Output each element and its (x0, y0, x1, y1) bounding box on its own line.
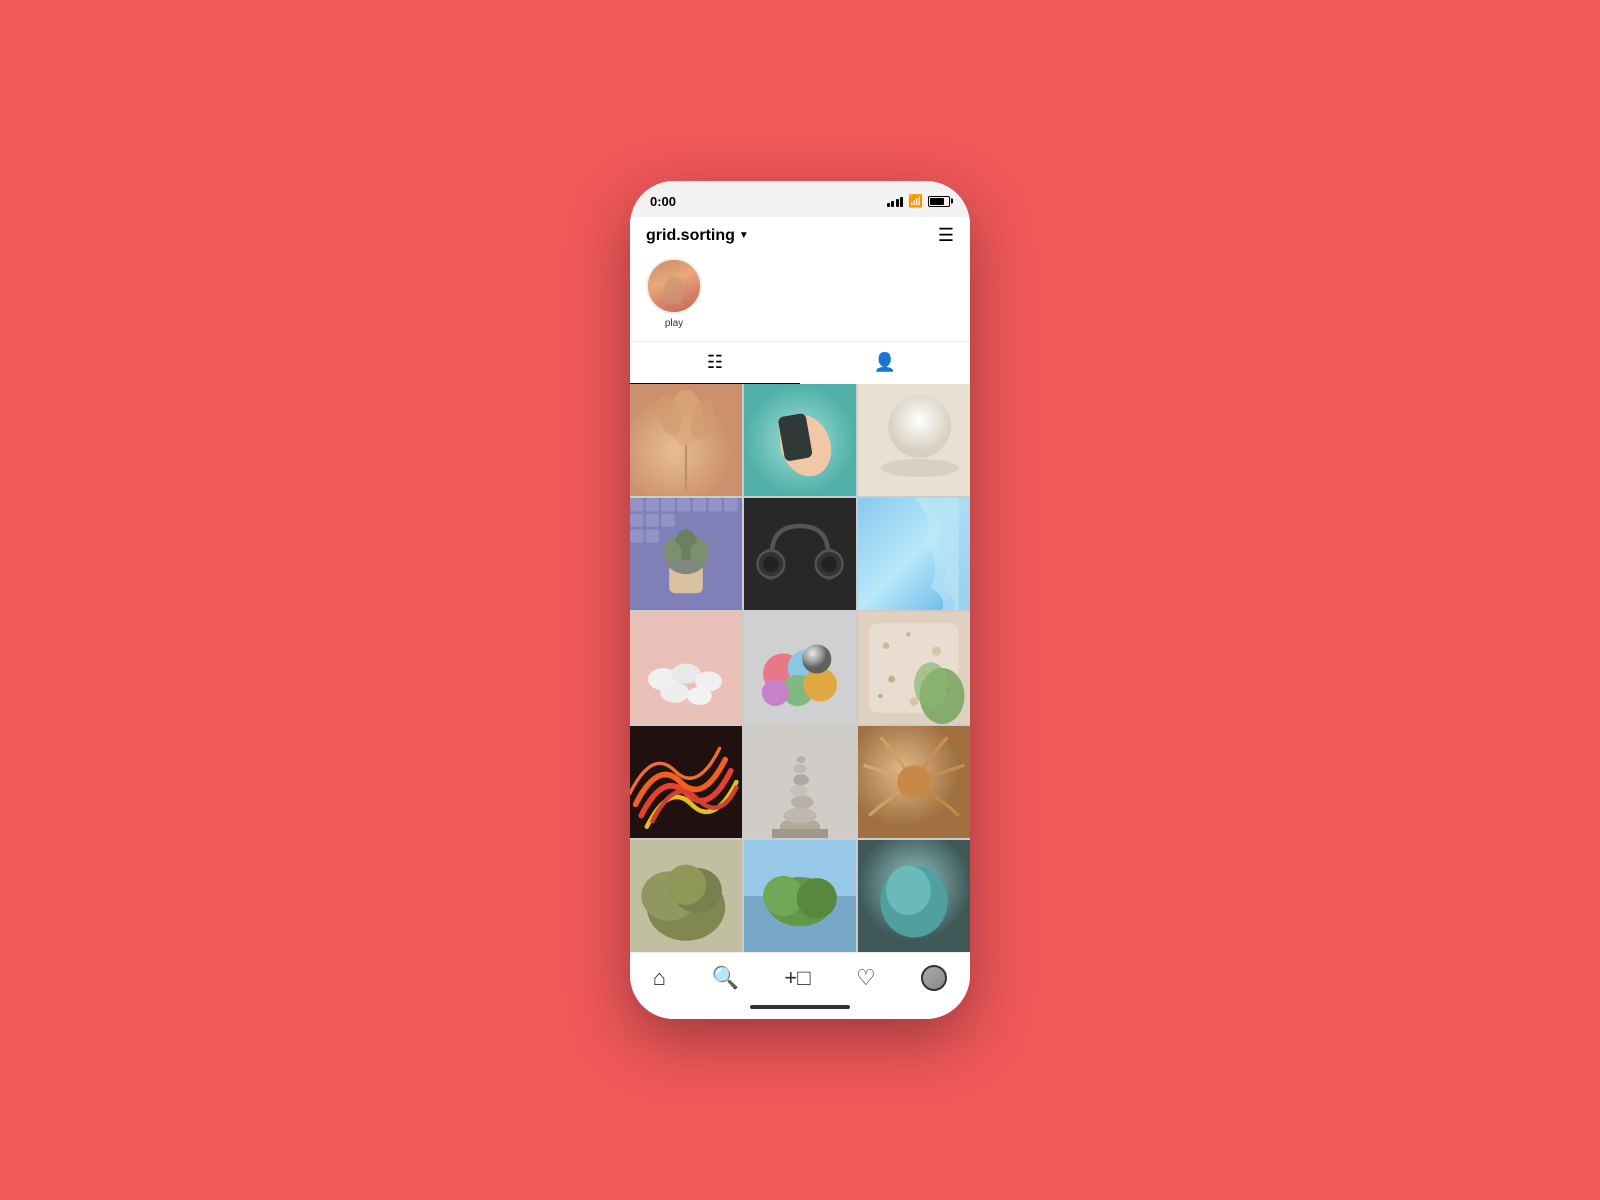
username-button[interactable]: grid.sorting ▼ (646, 227, 749, 245)
photo-cell-1[interactable] (630, 384, 742, 496)
photo-cell-15[interactable] (858, 840, 970, 952)
photo-cell-11[interactable] (744, 726, 856, 838)
photo-cell-14[interactable] (744, 840, 856, 952)
photo-cell-6[interactable] (858, 498, 970, 610)
nav-likes[interactable]: ♡ (844, 961, 888, 995)
wifi-icon: 📶 (908, 194, 923, 208)
nav-add[interactable]: +□ (772, 961, 822, 995)
photo-grid (630, 384, 970, 952)
add-icon: +□ (784, 965, 810, 991)
profile-tabs: ☷ 👤 (630, 341, 970, 384)
signal-icon (887, 195, 904, 207)
home-indicator (630, 999, 970, 1019)
menu-button[interactable]: ☰ (938, 225, 954, 246)
phone-frame: 0:00 📶 grid.sorting ▼ ☰ (630, 181, 970, 1019)
nav-profile[interactable] (909, 961, 959, 995)
username-text: grid.sorting (646, 227, 735, 245)
photo-cell-8[interactable] (744, 612, 856, 724)
photo-cell-7[interactable] (630, 612, 742, 724)
photo-cell-10[interactable] (630, 726, 742, 838)
photo-cell-4[interactable] (630, 498, 742, 610)
nav-profile-avatar (921, 965, 947, 991)
tab-tagged[interactable]: 👤 (800, 342, 970, 384)
photo-cell-3[interactable] (858, 384, 970, 496)
status-time: 0:00 (650, 194, 676, 209)
search-icon: 🔍 (712, 965, 739, 991)
story-label: play (665, 318, 683, 329)
photo-cell-5[interactable] (744, 498, 856, 610)
story-avatar[interactable]: play (646, 258, 702, 329)
chevron-down-icon: ▼ (739, 230, 749, 241)
profile-info: play (630, 254, 970, 341)
home-icon: ⌂ (653, 965, 666, 991)
status-icons: 📶 (887, 194, 950, 208)
avatar (646, 258, 702, 314)
status-bar: 0:00 📶 (630, 181, 970, 217)
home-indicator-bar (750, 1005, 850, 1009)
profile-header: grid.sorting ▼ ☰ play ☷ 👤 (630, 217, 970, 384)
profile-nav: grid.sorting ▼ ☰ (630, 217, 970, 254)
heart-icon: ♡ (856, 965, 876, 991)
person-tag-icon: 👤 (874, 352, 896, 373)
grid-icon: ☷ (707, 352, 723, 373)
photo-cell-13[interactable] (630, 840, 742, 952)
photo-cell-2[interactable] (744, 384, 856, 496)
nav-search[interactable]: 🔍 (700, 961, 751, 995)
photo-cell-9[interactable] (858, 612, 970, 724)
bottom-nav: ⌂ 🔍 +□ ♡ (630, 952, 970, 999)
nav-home[interactable]: ⌂ (641, 961, 678, 995)
tab-grid[interactable]: ☷ (630, 342, 800, 384)
photo-cell-12[interactable] (858, 726, 970, 838)
battery-icon (928, 196, 950, 207)
